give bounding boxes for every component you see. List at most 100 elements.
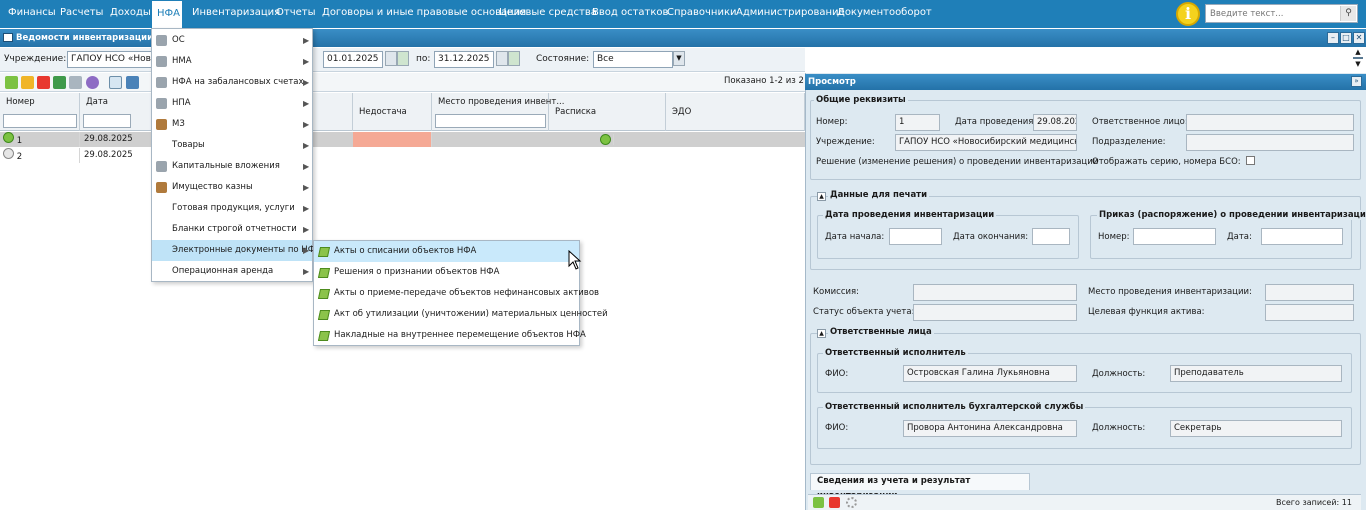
clear-date-icon[interactable]: [508, 51, 520, 66]
responsible-field[interactable]: [1186, 114, 1354, 131]
search-input[interactable]: [1206, 5, 1338, 22]
executor-position-label: Должность:: [1092, 369, 1146, 379]
collapse-section-icon[interactable]: ▲: [817, 329, 826, 338]
date-to-input[interactable]: 31.12.2025: [434, 51, 494, 68]
nav-item-administration[interactable]: Администрирование: [736, 0, 845, 28]
menu-item-lease[interactable]: Операционная аренда ▶: [152, 261, 312, 282]
menu-item-goods[interactable]: Товары ▶: [152, 135, 312, 156]
status-field[interactable]: [913, 304, 1077, 321]
menu-item-treasury[interactable]: Имущество казны ▶: [152, 177, 312, 198]
menu-item-nma[interactable]: НМА ▶: [152, 51, 312, 72]
delete-icon[interactable]: [829, 497, 840, 508]
number-filter-input[interactable]: [3, 114, 77, 128]
nav-item-inventory[interactable]: Инвентаризация: [192, 0, 280, 28]
document-icon[interactable]: [109, 76, 122, 89]
order-date-field[interactable]: [1261, 228, 1343, 245]
menu-item-offbalance[interactable]: НФА на забалансовых счетах ▶: [152, 72, 312, 93]
submenu-writeoff-acts[interactable]: Акты о списании объектов НФА: [314, 241, 579, 262]
refresh-icon[interactable]: [846, 497, 857, 508]
commission-field[interactable]: [913, 284, 1077, 301]
state-select[interactable]: Все: [593, 51, 673, 68]
edit-icon[interactable]: [21, 76, 34, 89]
nav-item-nfa[interactable]: НФА: [151, 0, 183, 28]
end-date-field[interactable]: [1032, 228, 1070, 245]
date-from-input[interactable]: 01.01.2025: [323, 51, 383, 68]
column-number[interactable]: Номер: [0, 93, 80, 131]
mouse-cursor-icon: [568, 250, 582, 270]
tab-accounting-results[interactable]: Сведения из учета и результат инвентариз…: [810, 473, 1030, 501]
submenu-transfer-acts[interactable]: Акты о приеме-передаче объектов нефинанс…: [314, 283, 599, 304]
info-icon[interactable]: i: [1176, 2, 1200, 26]
table-row[interactable]: 1 29.08.2025: [0, 132, 805, 147]
bso-checkbox[interactable]: [1246, 156, 1255, 165]
submenu-recognition[interactable]: Решения о признании объектов НФА: [314, 262, 579, 283]
place-field[interactable]: [1265, 284, 1354, 301]
minimize-icon[interactable]: –: [1327, 32, 1339, 44]
close-icon[interactable]: ✕: [1353, 32, 1365, 44]
executor-position-field[interactable]: Преподаватель: [1170, 365, 1342, 382]
chevron-down-icon[interactable]: ▼: [673, 51, 685, 66]
executor-fio-field[interactable]: Островская Галина Лукьяновна: [903, 365, 1077, 382]
column-hidden[interactable]: [313, 93, 353, 131]
number-field[interactable]: 1: [895, 114, 940, 131]
column-shortage[interactable]: Недостача: [353, 93, 432, 131]
nav-item-target-funds[interactable]: Целевые средства: [499, 0, 597, 28]
add-icon[interactable]: [813, 497, 824, 508]
target-field[interactable]: [1265, 304, 1354, 321]
nav-item-document-flow[interactable]: Документооборот: [837, 0, 932, 28]
menu-item-bso[interactable]: Бланки строгой отчетности ▶: [152, 219, 312, 240]
collapse-section-icon[interactable]: ▲: [817, 192, 826, 201]
start-date-field[interactable]: [889, 228, 942, 245]
target-label: Целевая функция актива:: [1088, 307, 1205, 317]
institution-input[interactable]: ГАПОУ НСО «Новос: [67, 51, 153, 68]
responsible-legend: Ответственные лица: [828, 327, 934, 337]
menu-item-os[interactable]: ОС ▶: [152, 30, 312, 51]
print-icon[interactable]: [126, 76, 139, 89]
collapse-icon[interactable]: »: [1351, 76, 1362, 87]
responsible-label: Ответственное лицо:: [1092, 117, 1188, 127]
approve-icon[interactable]: [53, 76, 66, 89]
mail-icon[interactable]: [69, 76, 82, 89]
date-field[interactable]: 29.08.202: [1033, 114, 1077, 131]
nav-item-directories[interactable]: Справочники: [667, 0, 737, 28]
nav-item-payments[interactable]: Расчеты: [60, 0, 103, 28]
submenu-disposal-act[interactable]: Акт об утилизации (уничтожении) материал…: [314, 304, 608, 325]
menu-item-edocs[interactable]: Электронные документы по НФА ▶: [152, 240, 321, 261]
calendar-icon[interactable]: [385, 51, 397, 66]
submenu-internal-waybills[interactable]: Накладные на внутреннее перемещение объе…: [314, 325, 586, 346]
institution-field[interactable]: ГАПОУ НСО «Новосибирский медицински: [895, 134, 1077, 151]
settings-icon[interactable]: [86, 76, 99, 89]
order-number-field[interactable]: [1133, 228, 1216, 245]
maximize-icon[interactable]: □: [1340, 32, 1352, 44]
search-icon[interactable]: ⚲: [1340, 6, 1356, 21]
accountant-legend: Ответственный исполнитель бухгалтерской …: [823, 402, 1086, 412]
add-icon[interactable]: [5, 76, 18, 89]
column-place[interactable]: Место проведения инвент...: [432, 93, 564, 131]
receipt-check-icon: [600, 134, 614, 145]
accountant-position-field[interactable]: Секретарь: [1170, 420, 1342, 437]
nav-item-contracts[interactable]: Договоры и иные правовые основания: [322, 0, 526, 28]
order-number-label: Номер:: [1098, 232, 1130, 242]
column-receipt[interactable]: Расписка: [549, 93, 666, 131]
menu-item-npa[interactable]: НПА ▶: [152, 93, 312, 114]
scroll-arrows[interactable]: ▲ ▼: [1351, 48, 1365, 72]
date-filter-input[interactable]: [83, 114, 131, 128]
department-field[interactable]: [1186, 134, 1354, 151]
table-row[interactable]: 2 29.08.2025: [0, 148, 805, 163]
column-edo[interactable]: ЭДО: [666, 93, 805, 131]
menu-item-mz[interactable]: МЗ ▶: [152, 114, 312, 135]
clear-date-icon[interactable]: [397, 51, 409, 66]
column-date[interactable]: Дата: [80, 93, 152, 131]
delete-icon[interactable]: [37, 76, 50, 89]
accountant-fio-field[interactable]: Провора Антонина Александровна: [903, 420, 1077, 437]
order-date-label: Дата:: [1227, 232, 1252, 242]
nav-item-finances[interactable]: Финансы: [8, 0, 56, 28]
nav-item-reports[interactable]: Отчеты: [276, 0, 315, 28]
print-legend: Данные для печати: [828, 190, 930, 200]
menu-item-products[interactable]: Готовая продукция, услуги ▶: [152, 198, 312, 219]
nav-item-balances[interactable]: Ввод остатков: [592, 0, 668, 28]
place-filter-input[interactable]: [435, 114, 546, 128]
menu-item-capital[interactable]: Капитальные вложения ▶: [152, 156, 312, 177]
nav-item-income[interactable]: Доходы: [110, 0, 151, 28]
calendar-icon[interactable]: [496, 51, 508, 66]
